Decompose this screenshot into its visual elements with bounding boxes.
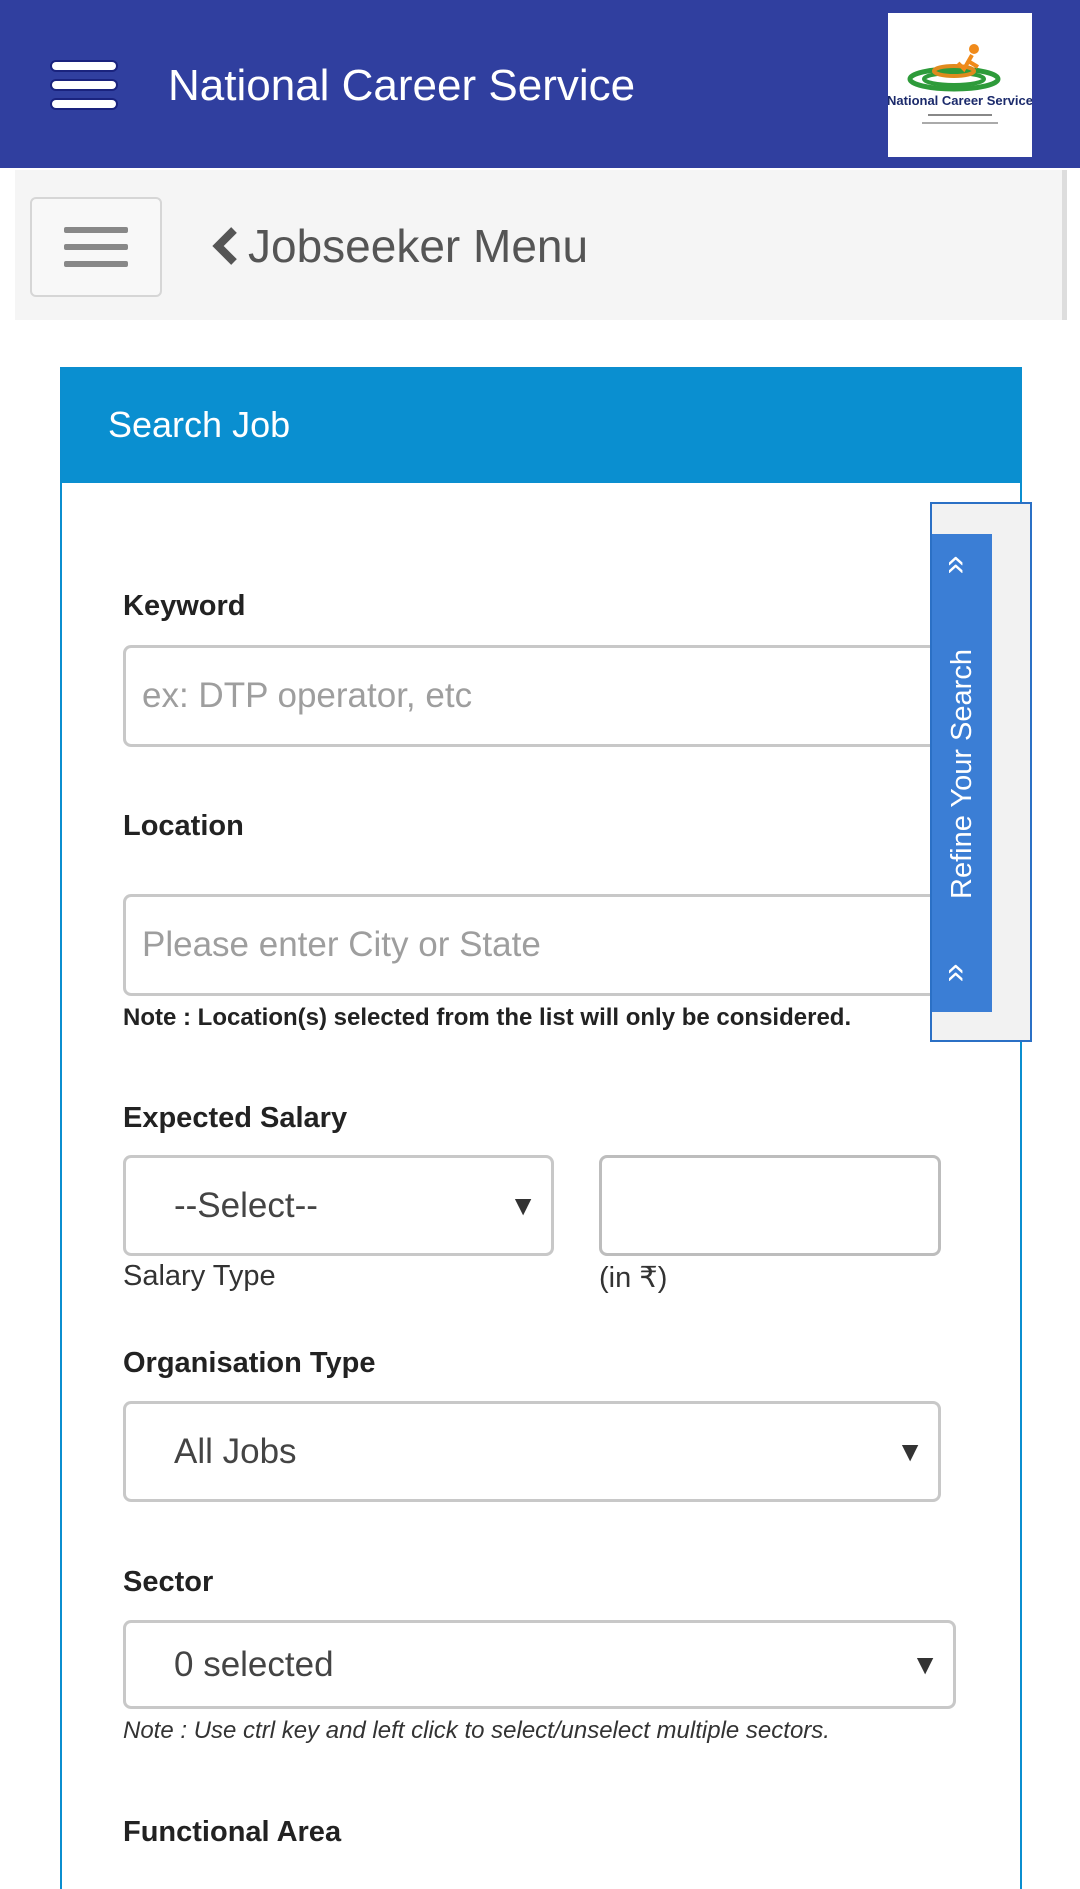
dropdown-arrow-icon: ▼ xyxy=(509,1190,537,1221)
panel-header: Search Job xyxy=(62,369,1020,483)
keyword-input[interactable] xyxy=(123,645,953,747)
refine-search-tab[interactable]: « Refine Your Search « xyxy=(932,534,992,1012)
salary-type-value: --Select-- xyxy=(174,1186,318,1225)
salary-type-caption: Salary Type xyxy=(123,1260,276,1292)
jobseeker-menu-bar: Jobseeker Menu xyxy=(15,170,1067,320)
sector-value: 0 selected xyxy=(174,1645,334,1684)
refine-search-drawer: « Refine Your Search « xyxy=(930,502,1032,1042)
functional-area-label: Functional Area xyxy=(123,1816,342,1848)
ncs-logo-icon: National Career Service xyxy=(888,44,1032,124)
refine-search-label: Refine Your Search xyxy=(946,649,978,899)
organisation-type-label: Organisation Type xyxy=(123,1347,376,1379)
location-label: Location xyxy=(123,810,244,842)
app-bar: National Career Service National Career … xyxy=(0,0,1080,168)
panel-title: Search Job xyxy=(108,404,291,445)
chevron-left-icon xyxy=(212,227,237,265)
sector-label: Sector xyxy=(123,1566,214,1598)
sector-note: Note : Use ctrl key and left click to se… xyxy=(123,1717,830,1744)
dropdown-arrow-icon: ▼ xyxy=(911,1649,939,1680)
location-note: Note : Location(s) selected from the lis… xyxy=(123,1004,852,1031)
double-chevron-icon: « xyxy=(938,555,977,575)
dropdown-arrow-icon: ▼ xyxy=(896,1436,924,1467)
location-input[interactable] xyxy=(123,894,953,996)
ncs-logo: National Career Service xyxy=(888,13,1032,157)
salary-type-select[interactable]: --Select-- ▼ xyxy=(123,1155,554,1256)
app-title: National Career Service xyxy=(168,61,636,110)
organisation-type-value: All Jobs xyxy=(174,1432,297,1471)
salary-amount-input[interactable] xyxy=(599,1155,941,1256)
jobseeker-menu-label: Jobseeker Menu xyxy=(248,220,589,272)
svg-text:National Career Service: National Career Service xyxy=(888,93,1032,108)
jobseeker-menu-link[interactable]: Jobseeker Menu xyxy=(210,218,588,274)
jobseeker-menu-toggle-button[interactable] xyxy=(30,197,162,297)
salary-amount-caption: (in ₹) xyxy=(599,1262,668,1294)
expected-salary-label: Expected Salary xyxy=(123,1102,348,1134)
nav-menu-icon[interactable] xyxy=(52,60,116,110)
keyword-label: Keyword xyxy=(123,590,246,622)
double-chevron-icon: « xyxy=(938,963,977,983)
sector-multiselect[interactable]: 0 selected ▼ xyxy=(123,1620,956,1709)
organisation-type-select[interactable]: All Jobs ▼ xyxy=(123,1401,941,1502)
